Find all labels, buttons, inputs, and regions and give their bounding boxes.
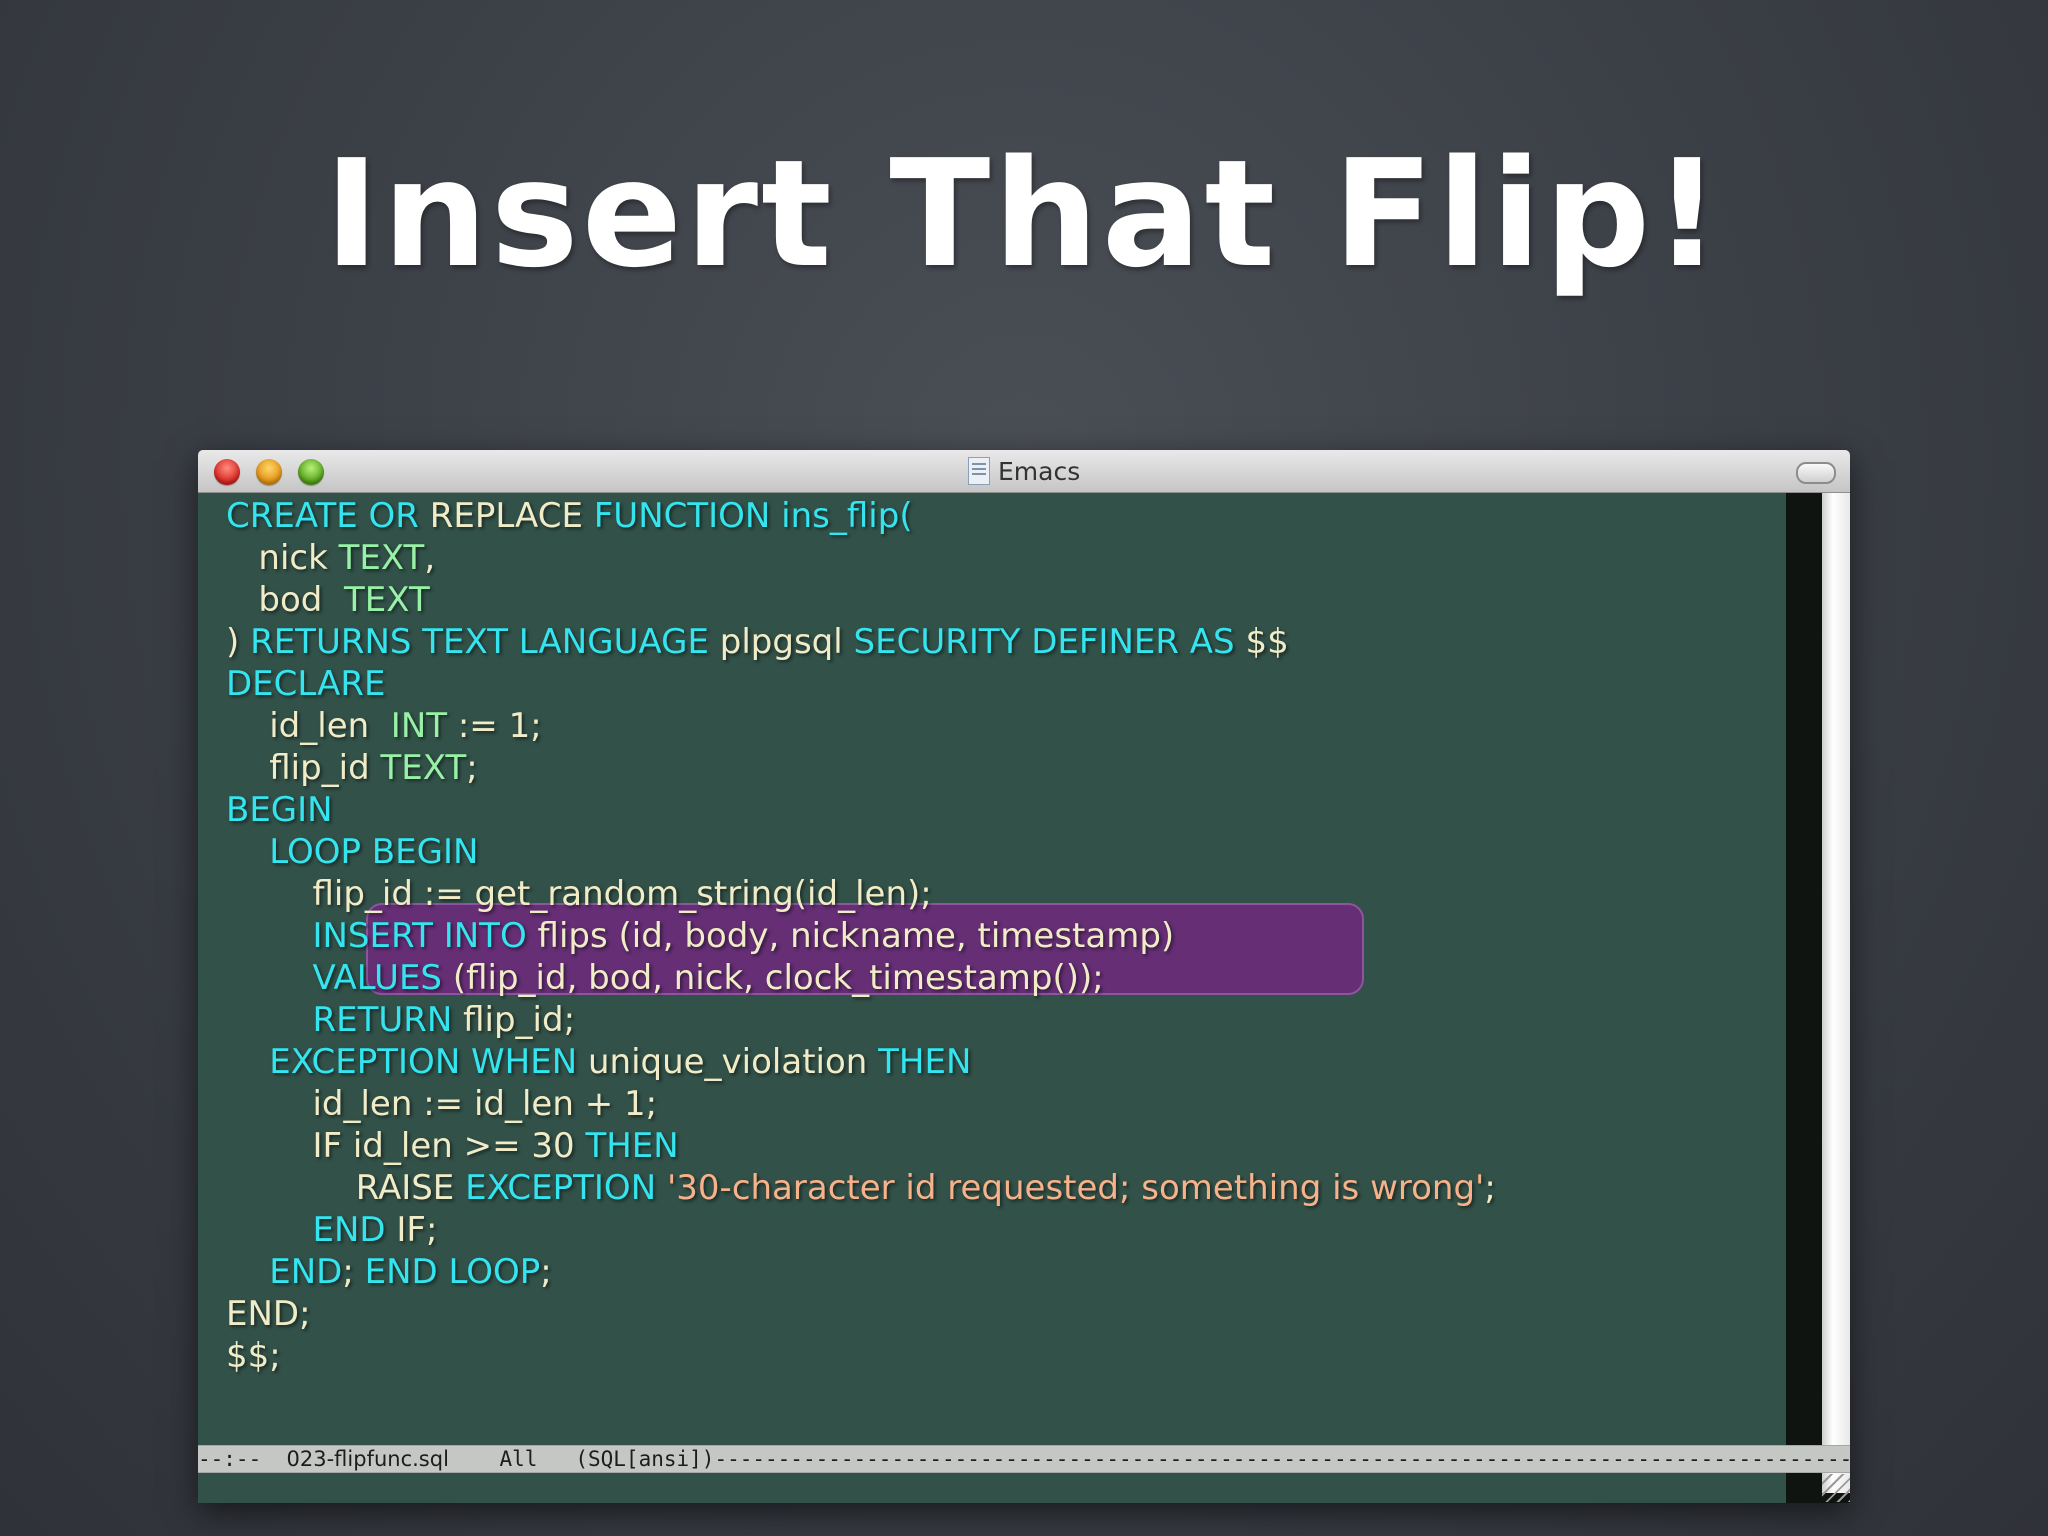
code-line[interactable]: id_len := id_len + 1; [226,1083,1496,1125]
emacs-window: Emacs CREATE OR REPLACE FUNCTION ins_fli… [198,450,1850,1503]
code-keyword: CREATE OR [226,496,430,536]
code-text: plpgsql [719,622,854,662]
code-text: ; [1484,1168,1496,1208]
code-type: TEXT [344,580,430,620]
modeline-mode: (SQL[ansi]) [575,1447,715,1471]
code-string: '30-character id requested; something is… [666,1168,1485,1208]
code-line[interactable]: id_len INT := 1; [226,705,1496,747]
code-text: ) [226,622,251,662]
code-text: ; [540,1252,552,1292]
code-text: RAISE [226,1168,466,1208]
code-line[interactable]: EXCEPTION WHEN unique_violation THEN [226,1041,1496,1083]
code-keyword: RETURN [312,1000,464,1040]
code-keyword: THEN [878,1042,972,1082]
resize-grip-icon[interactable] [1822,1474,1850,1502]
code-text: bod [226,580,345,620]
code-keyword: END LOOP [364,1252,541,1292]
code-text: $$ [1245,622,1289,662]
code-line[interactable]: RAISE EXCEPTION '30-character id request… [226,1167,1496,1209]
code-area[interactable]: CREATE OR REPLACE FUNCTION ins_flip( nic… [226,495,1496,1377]
modeline-fill: ----------------------------------------… [714,1447,1850,1471]
window-titlebar[interactable]: Emacs [198,450,1850,493]
code-line[interactable]: RETURN flip_id; [226,999,1496,1041]
code-text: $$; [226,1336,281,1376]
mode-line: --:-- 023-flipfunc.sql All (SQL[ansi])--… [198,1445,1850,1473]
code-text: ; [342,1252,365,1292]
code-keyword: EXCEPTION WHEN [269,1042,588,1082]
code-line[interactable]: END IF; [226,1209,1496,1251]
code-text: (flip_id, bod, nick, clock_timestamp()); [452,958,1104,998]
modeline-position: All [448,1447,576,1471]
code-type: TEXT [338,538,425,578]
code-text: flip_id; [463,1000,576,1040]
code-keyword: BEGIN [226,790,333,830]
code-line[interactable]: bod TEXT [226,579,1496,621]
code-keyword: VALUES [312,958,453,998]
code-keyword: INSERT INTO [312,916,538,956]
code-text: IF id_len >= 30 [226,1126,586,1166]
code-text: flip_id := get_random_string(id_len); [226,874,932,914]
code-text: ; [466,748,478,788]
code-text: IF; [396,1210,438,1250]
code-text: REPLACE [429,496,594,536]
minimize-button-icon[interactable] [256,459,282,485]
code-line[interactable]: DECLARE [226,663,1496,705]
code-line[interactable]: VALUES (flip_id, bod, nick, clock_timest… [226,957,1496,999]
code-text: id_len := id_len + 1; [226,1084,658,1124]
window-title-group: Emacs [968,456,1080,486]
code-text: := 1; [447,706,542,746]
code-line[interactable]: ) RETURNS TEXT LANGUAGE plpgsql SECURITY… [226,621,1496,663]
code-type: TEXT [380,748,467,788]
code-line[interactable]: CREATE OR REPLACE FUNCTION ins_flip( [226,495,1496,537]
code-text: END; [226,1294,311,1334]
code-keyword: THEN [585,1126,679,1166]
editor-buffer[interactable]: CREATE OR REPLACE FUNCTION ins_flip( nic… [198,493,1788,1503]
code-line[interactable]: BEGIN [226,789,1496,831]
scrollbar-thumb[interactable] [1822,493,1850,1493]
code-keyword: RETURNS TEXT LANGUAGE [250,622,720,662]
document-icon [968,457,990,485]
code-keyword: EXCEPTION [465,1168,667,1208]
close-button-icon[interactable] [214,459,240,485]
code-keyword: SECURITY DEFINER AS [853,622,1246,662]
modeline-prefix: --:-- [198,1447,287,1471]
modeline-filename: 023-flipfunc.sql [286,1447,449,1471]
code-text: id_len [226,706,391,746]
code-line[interactable]: END; END LOOP; [226,1251,1496,1293]
code-line[interactable]: END; [226,1293,1496,1335]
code-text: nick [226,538,339,578]
zoom-button-icon[interactable] [298,459,324,485]
code-text: flips (id, body, nickname, timestamp) [537,916,1175,956]
code-line[interactable]: IF id_len >= 30 THEN [226,1125,1496,1167]
code-text: , [424,538,436,578]
code-type: INT [390,706,448,746]
code-line[interactable]: LOOP BEGIN [226,831,1496,873]
slide-title: Insert That Flip! [324,128,1724,300]
code-line[interactable]: INSERT INTO flips (id, body, nickname, t… [226,915,1496,957]
code-line[interactable]: $$; [226,1335,1496,1377]
code-keyword: FUNCTION ins_flip( [593,496,913,536]
code-line[interactable]: flip_id := get_random_string(id_len); [226,873,1496,915]
window-title: Emacs [998,456,1081,486]
code-line[interactable]: nick TEXT, [226,537,1496,579]
toolbar-toggle-icon[interactable] [1796,462,1836,484]
code-keyword: END [269,1252,343,1292]
code-text: flip_id [226,748,381,788]
code-text: unique_violation [587,1042,879,1082]
code-keyword: DECLARE [226,664,386,704]
code-keyword: END [312,1210,397,1250]
code-keyword: LOOP BEGIN [269,832,479,872]
code-line[interactable]: flip_id TEXT; [226,747,1496,789]
